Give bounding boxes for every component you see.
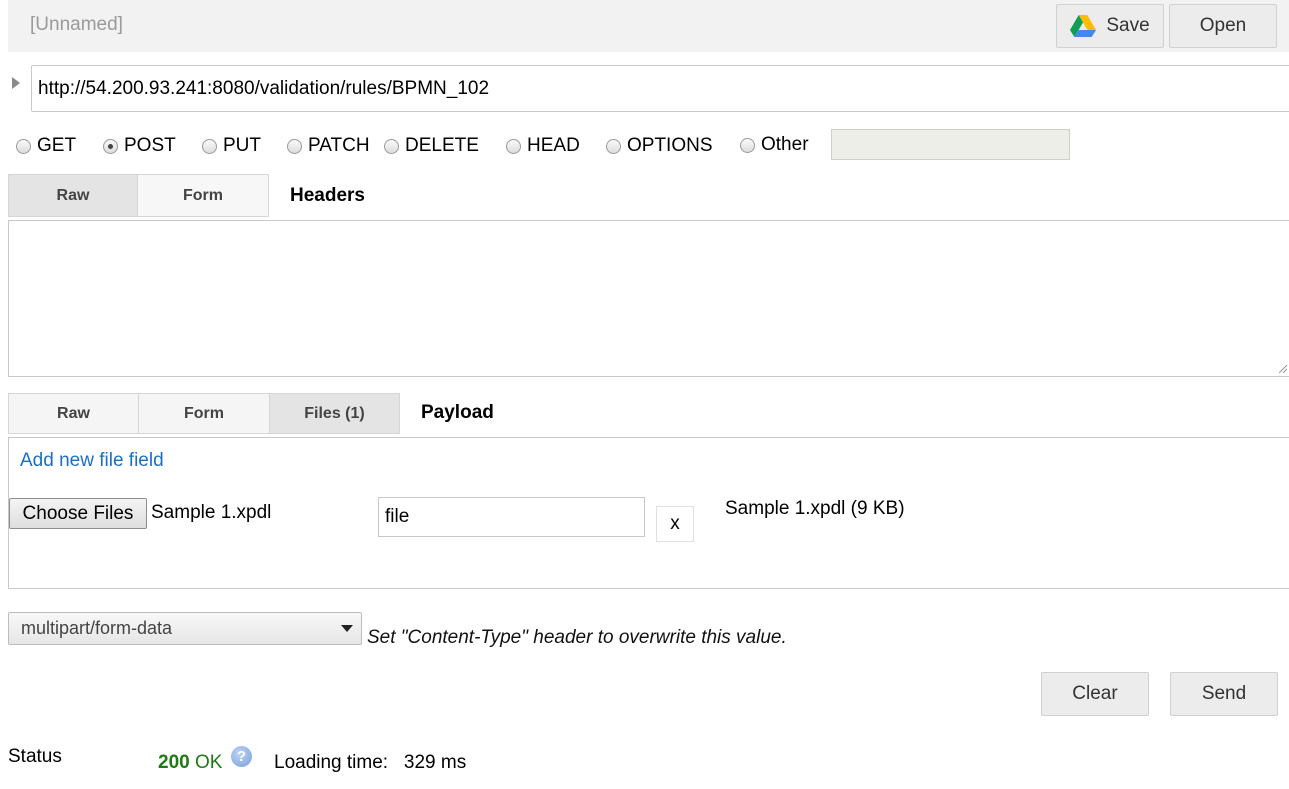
method-patch-radio[interactable] [287,138,302,154]
loading-time-label: Loading time: [274,752,389,773]
help-icon[interactable]: ? [231,746,252,767]
encoding-hint: Set "Content-Type" header to overwrite t… [367,627,787,648]
method-other-label: Other [761,134,809,155]
loading-time: Loading time: 329 ms [274,752,466,774]
headers-textarea[interactable] [8,220,1289,377]
status-text: OK [194,752,223,773]
save-label: Save [1106,15,1150,36]
method-options-label: OPTIONS [627,135,713,156]
tab-payload-form[interactable]: Form [138,393,270,434]
encoding-select[interactable]: multipart/form-data [8,612,362,645]
send-button[interactable]: Send [1170,672,1278,716]
tab-payload-files[interactable]: Files (1) [269,393,400,434]
method-put-label: PUT [223,135,261,156]
chevron-down-icon [341,625,353,632]
file-field-name-input[interactable] [378,497,645,537]
method-post-radio[interactable] [103,138,118,154]
loading-time-value: 329 ms [403,752,467,773]
method-get[interactable]: GET [16,135,76,157]
method-put-radio[interactable] [202,138,217,154]
method-post[interactable]: POST [103,135,176,157]
method-head-radio[interactable] [506,138,521,154]
expand-url-icon[interactable] [12,77,20,89]
method-get-label: GET [37,135,77,156]
headers-label: Headers [290,185,365,206]
save-button[interactable]: Save [1056,4,1164,48]
status-code: 200 [158,752,190,773]
choose-files-button[interactable]: Choose Files [9,498,147,529]
chosen-file-name: Sample 1.xpdl [151,502,272,523]
google-drive-icon [1070,15,1097,37]
method-delete-radio[interactable] [384,138,399,154]
encoding-selected-value: multipart/form-data [21,618,173,638]
request-name[interactable]: [Unnamed] [30,14,123,36]
method-options[interactable]: OPTIONS [606,135,713,157]
method-other[interactable]: Other [740,134,809,156]
tab-payload-raw[interactable]: Raw [8,393,139,434]
method-get-radio[interactable] [16,138,31,154]
method-patch[interactable]: PATCH [287,135,370,157]
add-file-field-link[interactable]: Add new file field [20,450,164,472]
remove-file-field-button[interactable]: x [656,506,694,542]
payload-label: Payload [421,402,494,423]
method-post-label: POST [124,135,176,156]
tab-headers-form[interactable]: Form [137,174,269,217]
method-delete-label: DELETE [405,135,479,156]
method-head-label: HEAD [527,135,580,156]
status-label: Status [8,746,62,767]
method-patch-label: PATCH [308,135,370,156]
file-info: Sample 1.xpdl (9 KB) [725,498,905,519]
tab-headers-raw[interactable]: Raw [8,174,138,217]
url-input[interactable] [31,65,1289,112]
method-other-radio[interactable] [740,137,755,153]
clear-button[interactable]: Clear [1041,672,1149,716]
method-options-radio[interactable] [606,138,621,154]
status-value: 200 OK [158,752,222,774]
method-delete[interactable]: DELETE [384,135,479,157]
method-head[interactable]: HEAD [506,135,580,157]
open-button[interactable]: Open [1169,4,1277,48]
method-put[interactable]: PUT [202,135,261,157]
other-method-input[interactable] [831,129,1070,160]
resize-grip-icon[interactable] [1279,365,1287,373]
